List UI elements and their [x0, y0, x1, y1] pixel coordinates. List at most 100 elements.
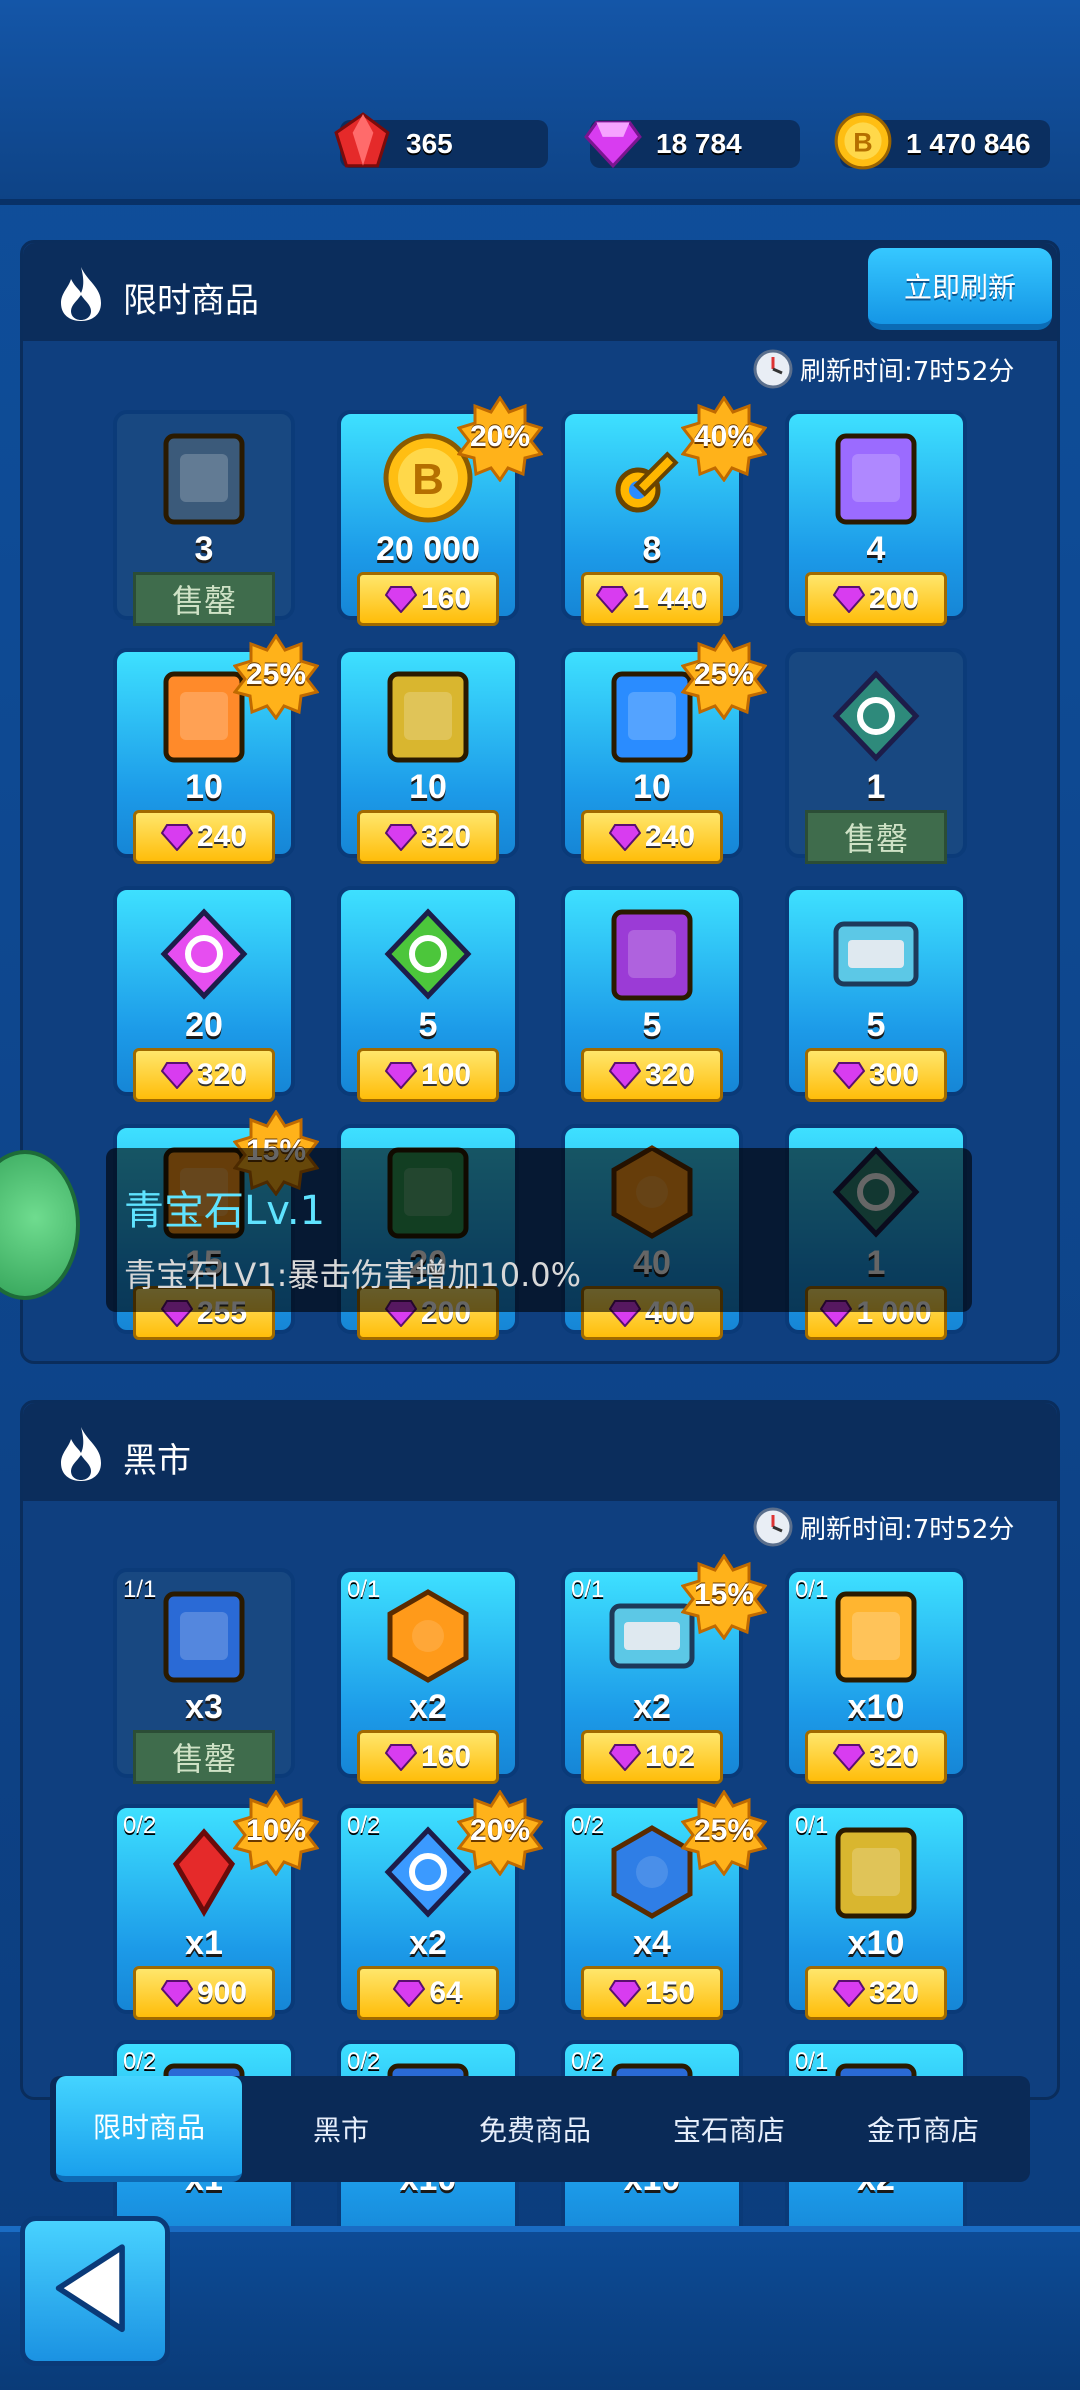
stock-count: 0/1 [795, 1812, 829, 1839]
sold-out-label: 售罄 [133, 1730, 275, 1784]
tab-free[interactable]: 免费商品 [442, 2076, 628, 2182]
limited-refresh-text: 刷新时间:7时52分 [800, 356, 1015, 387]
price-button[interactable]: 1 440 [581, 572, 723, 626]
sold-out-label: 售罄 [133, 572, 275, 626]
cube-card-icon [835, 433, 917, 525]
shop-item-card[interactable]: 5 300 [785, 886, 967, 1102]
shop-item-card[interactable]: 5 320 [561, 886, 743, 1102]
coin-counter[interactable]: B 1 470 846 [834, 112, 1050, 170]
shop-screen: 365 18 784 B 1 470 846 限时商品 立即刷新 刷新时间:7时… [0, 0, 1080, 2390]
shop-item-card[interactable]: 0/2 x2 64 20% [337, 1790, 543, 2020]
item-quantity: x10 [847, 1924, 905, 1962]
stock-count: 0/1 [571, 1576, 605, 1603]
price-button[interactable]: 320 [133, 1048, 275, 1102]
price-button[interactable]: 320 [805, 1730, 947, 1784]
stock-count: 0/2 [123, 2048, 157, 2075]
shop-item-card[interactable]: B 20 000 160 20% [337, 396, 543, 626]
item-quantity: 10 [409, 768, 447, 806]
shop-item-card[interactable]: 20 320 [113, 886, 295, 1102]
price-button[interactable]: 320 [357, 810, 499, 864]
ruby-icon [334, 112, 390, 168]
price-button[interactable]: 240 [581, 810, 723, 864]
price-value: 320 [420, 820, 472, 853]
discount-badge: 40% [681, 396, 767, 482]
stock-count: 0/1 [795, 2048, 829, 2075]
price-button[interactable]: 100 [357, 1048, 499, 1102]
blackmarket-refresh-text: 刷新时间:7时52分 [800, 1514, 1015, 1545]
blackmarket-header: 黑市 [23, 1403, 1057, 1501]
item-quantity: 10 [185, 768, 223, 806]
gem-counter[interactable]: 18 784 [584, 120, 800, 169]
ruby-counter[interactable]: 365 [334, 112, 548, 168]
price-button[interactable]: 160 [357, 572, 499, 626]
gem-icon [608, 1062, 641, 1089]
tab-limited[interactable]: 限时商品 [56, 2076, 242, 2182]
discount-value: 20% [469, 420, 531, 453]
item-tooltip: 青宝石Lv.1 青宝石LV1:暴击伤害增加10.0% [106, 1148, 972, 1312]
shop-item-card[interactable]: 0/1 x2 160 [337, 1568, 519, 1784]
svg-text:B: B [412, 455, 444, 504]
gem-icon [160, 1062, 193, 1089]
shop-item-card[interactable]: 0/2 x4 150 25% [561, 1790, 767, 2020]
helmet-card-icon [835, 1591, 917, 1683]
shop-item-card[interactable]: 10 320 [337, 648, 519, 864]
price-button[interactable]: 64 [357, 1966, 499, 2020]
back-button[interactable] [20, 2216, 170, 2366]
price-button[interactable]: 900 [133, 1966, 275, 2020]
discount-badge: 20% [457, 1790, 543, 1876]
shop-item-card[interactable]: 4 200 [785, 410, 967, 626]
flame-icon [61, 267, 101, 321]
shop-item-card[interactable]: 3 售罄 [113, 410, 295, 626]
shop-item-card[interactable]: 1 售罄 [785, 648, 967, 864]
gem-icon [584, 120, 642, 169]
price-value: 320 [868, 1976, 920, 2009]
item-quantity: x2 [409, 1924, 447, 1962]
shop-item-card[interactable]: 0/1 x10 320 [785, 1804, 967, 2020]
limited-title: 限时商品 [123, 281, 259, 321]
price-button[interactable]: 200 [805, 572, 947, 626]
price-value: 100 [420, 1058, 472, 1091]
shop-item-card[interactable]: 10 240 25% [561, 634, 767, 864]
stock-count: 0/1 [347, 1576, 381, 1603]
price-button[interactable]: 240 [133, 810, 275, 864]
gem-icon [832, 1062, 865, 1089]
tab-gem-shop[interactable]: 宝石商店 [636, 2076, 822, 2182]
stock-count: 1/1 [123, 1576, 157, 1603]
price-button[interactable]: 102 [581, 1730, 723, 1784]
tab-coin-shop[interactable]: 金币商店 [830, 2076, 1016, 2182]
price-button[interactable]: 150 [581, 1966, 723, 2020]
price-value: 900 [196, 1976, 248, 2009]
item-quantity: 5 [642, 1006, 662, 1044]
shop-item-card[interactable]: 8 1 440 40% [561, 396, 767, 626]
back-arrow-icon [55, 2244, 125, 2333]
price-button[interactable]: 300 [805, 1048, 947, 1102]
discount-value: 15% [693, 1578, 755, 1611]
stock-count: 0/2 [123, 1812, 157, 1839]
discount-badge: 10% [233, 1790, 319, 1876]
clock-icon [753, 349, 793, 389]
refresh-now-button[interactable]: 立即刷新 [868, 248, 1052, 330]
turret-part-icon [163, 433, 245, 525]
item-quantity: 4 [866, 530, 886, 568]
price-value: 320 [868, 1740, 920, 1773]
shop-item-card[interactable]: 1/1 x3 售罄 [113, 1568, 295, 1784]
discount-value: 25% [245, 658, 307, 691]
stock-count: 0/2 [571, 2048, 605, 2075]
item-quantity: x1 [185, 1924, 223, 1962]
shop-item-card[interactable]: 10 240 25% [113, 634, 319, 864]
item-quantity: 1 [866, 768, 886, 806]
coin-icon: B [834, 112, 892, 170]
item-quantity: 3 [194, 530, 214, 568]
shop-item-card[interactable]: 0/1 x10 320 [785, 1568, 967, 1784]
shop-item-card[interactable]: 0/2 x1 900 10% [113, 1790, 319, 2020]
price-value: 300 [868, 1058, 920, 1091]
tooltip-title: 青宝石Lv.1 [124, 1188, 326, 1234]
shop-item-card[interactable]: 5 100 [337, 886, 519, 1102]
price-value: 200 [868, 582, 920, 615]
price-button[interactable]: 320 [581, 1048, 723, 1102]
price-button[interactable]: 320 [805, 1966, 947, 2020]
tab-blackmarket[interactable]: 黑市 [248, 2076, 434, 2182]
shop-item-card[interactable]: 0/1 x2 102 15% [561, 1554, 767, 1784]
gem-icon [160, 824, 193, 851]
price-button[interactable]: 160 [357, 1730, 499, 1784]
